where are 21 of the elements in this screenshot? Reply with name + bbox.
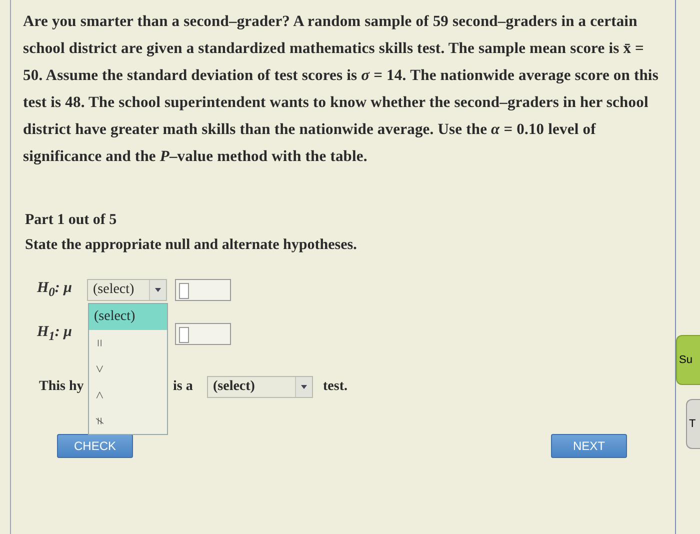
hypothesis-label: H$_{0}$: μ (37, 280, 74, 300)
instruction-text: State the appropriate null and alternate hypotheses. (25, 236, 358, 255)
caret-icon (155, 288, 161, 292)
conclusion-text: This hy (39, 379, 85, 395)
dropdown-option[interactable]: > (89, 356, 167, 382)
dropdown-option[interactable]: = (89, 330, 167, 356)
value-input-field[interactable] (175, 323, 231, 345)
dropdown-option[interactable]: < (89, 382, 167, 408)
dropdown-option[interactable]: ≠ (89, 408, 167, 434)
part-label: Part 1 out of 5 (25, 211, 118, 230)
dropdown-option[interactable]: (select) (89, 304, 167, 330)
hypothesis-label: H$_{1}$: μ (37, 324, 74, 344)
test-type-select[interactable]: (select) (207, 376, 313, 398)
side-button[interactable]: T (686, 399, 700, 449)
question-text: Are you smarter than a second–grader? A random sample of 59 second–graders in a certain school district are given a standardized mathematics skills test. The sample mean score is x̄ = 50. Assume the standard deviation of test scores is σ = 14. The nationwide average score on this test is 48. The school superintendent wants to know whether the second–graders in her school district have greater math skills than the nationwide average. Use the α = 0.10 level of significance and the P–value method with the table. (23, 12, 659, 167)
caret-icon (301, 385, 307, 389)
connector-text: is a (173, 379, 194, 395)
side-button[interactable]: Su (676, 335, 700, 385)
relation-select[interactable]: (select) (87, 279, 167, 301)
test-label: test. (323, 379, 348, 395)
value-input-field[interactable] (175, 279, 231, 301)
